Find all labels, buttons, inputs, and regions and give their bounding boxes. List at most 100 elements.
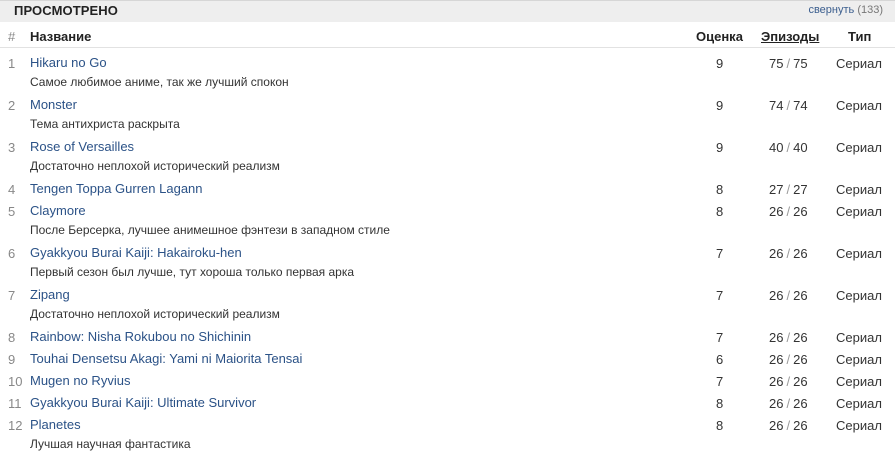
row-type: Сериал (836, 204, 882, 219)
anime-title-link[interactable]: Rose of Versailles (30, 139, 134, 154)
row-episodes: 75/75 (769, 56, 808, 71)
row-score: 7 (716, 246, 724, 261)
row-type: Сериал (836, 330, 882, 345)
row-score: 7 (716, 374, 724, 389)
anime-title-link[interactable]: Zipang (30, 287, 70, 302)
row-number: 4 (8, 182, 16, 197)
episodes-separator: / (786, 98, 791, 113)
section-title: ПРОСМОТРЕНО (14, 3, 118, 18)
table-row: 12 Planetes Лучшая научная фантастика 8 26/2… (0, 416, 895, 458)
anime-title-link[interactable]: Gyakkyou Burai Kaiji: Ultimate Survivor (30, 395, 256, 410)
episodes-watched: 27 (769, 182, 784, 197)
row-episodes: 26/26 (769, 204, 808, 219)
episodes-separator: / (786, 204, 791, 219)
row-episodes: 26/26 (769, 330, 808, 345)
row-score: 7 (716, 330, 724, 345)
row-number: 12 (8, 418, 23, 433)
section-header: ПРОСМОТРЕНО свернуть (133) (0, 0, 895, 22)
row-number: 1 (8, 56, 16, 71)
header-divider (0, 47, 895, 48)
episodes-total: 26 (793, 396, 808, 411)
row-comment: Тема антихриста раскрыта (30, 117, 180, 131)
table-row: 6 Gyakkyou Burai Kaiji: Hakairoku-hen Перв… (0, 244, 895, 286)
table-row: 1 Hikaru no Go Самое любимое аниме, так же… (0, 54, 895, 96)
episodes-watched: 26 (769, 396, 784, 411)
anime-title-link[interactable]: Rainbow: Nisha Rokubou no Shichinin (30, 329, 251, 344)
table-row: 3 Rose of Versailles Достаточно неплохой и… (0, 138, 895, 180)
column-header-score: Оценка (696, 29, 743, 44)
collapse-link[interactable]: свернуть (133) (808, 4, 883, 16)
episodes-separator: / (786, 246, 791, 261)
row-type: Сериал (836, 288, 882, 303)
row-score: 6 (716, 352, 724, 367)
table-row: 5 Claymore После Берсерка, лучшее анимешно… (0, 202, 895, 244)
episodes-total: 26 (793, 246, 808, 261)
episodes-separator: / (786, 288, 791, 303)
table-row: 2 Monster Тема антихриста раскрыта 9 74/74 Се… (0, 96, 895, 138)
episodes-watched: 26 (769, 352, 784, 367)
episodes-total: 27 (793, 182, 808, 197)
row-episodes: 26/26 (769, 246, 808, 261)
column-header-number: # (8, 29, 16, 44)
row-comment: Достаточно неплохой исторический реализм (30, 159, 280, 173)
row-type: Сериал (836, 246, 882, 261)
episodes-total: 26 (793, 418, 808, 433)
episodes-watched: 26 (769, 288, 784, 303)
anime-title-link[interactable]: Tengen Toppa Gurren Lagann (30, 181, 203, 196)
row-type: Сериал (836, 396, 882, 411)
row-score: 9 (716, 56, 724, 71)
episodes-watched: 26 (769, 204, 784, 219)
episodes-separator: / (786, 140, 791, 155)
row-number: 7 (8, 288, 16, 303)
row-type: Сериал (836, 374, 882, 389)
episodes-total: 26 (793, 352, 808, 367)
anime-title-link[interactable]: Hikaru no Go (30, 55, 107, 70)
row-episodes: 26/26 (769, 352, 808, 367)
episodes-watched: 26 (769, 418, 784, 433)
episodes-total: 40 (793, 140, 808, 155)
row-type: Сериал (836, 56, 882, 71)
row-score: 9 (716, 140, 724, 155)
row-number: 10 (8, 374, 23, 389)
column-header-episodes-sort[interactable]: Эпизоды (761, 30, 819, 44)
row-score: 8 (716, 204, 724, 219)
row-score: 7 (716, 288, 724, 303)
column-header-title: Название (30, 29, 92, 44)
anime-title-link[interactable]: Claymore (30, 203, 86, 218)
table-row: 4 Tengen Toppa Gurren Lagann 8 27/27 Сериал (0, 180, 895, 202)
row-number: 6 (8, 246, 16, 261)
row-comment: После Берсерка, лучшее анимешное фэнтези… (30, 223, 390, 237)
collapse-count[interactable]: (133) (857, 4, 883, 16)
episodes-watched: 26 (769, 330, 784, 345)
row-number: 2 (8, 98, 16, 113)
anime-title-link[interactable]: Touhai Densetsu Akagi: Yami ni Maiorita … (30, 351, 302, 366)
row-number: 11 (8, 396, 22, 411)
row-score: 8 (716, 396, 724, 411)
row-score: 9 (716, 98, 724, 113)
row-comment: Достаточно неплохой исторический реализм (30, 307, 280, 321)
episodes-watched: 75 (769, 56, 784, 71)
episodes-separator: / (786, 330, 791, 345)
table-row: 9 Touhai Densetsu Akagi: Yami ni Maiorita… (0, 350, 895, 372)
anime-title-link[interactable]: Gyakkyou Burai Kaiji: Hakairoku-hen (30, 245, 242, 260)
row-type: Сериал (836, 352, 882, 367)
episodes-separator: / (786, 352, 791, 367)
anime-title-link[interactable]: Mugen no Ryvius (30, 373, 130, 388)
episodes-total: 26 (793, 288, 808, 303)
table-row: 11 Gyakkyou Burai Kaiji: Ultimate Survivo… (0, 394, 895, 416)
episodes-separator: / (786, 56, 791, 71)
episodes-total: 74 (793, 98, 808, 113)
anime-title-link[interactable]: Monster (30, 97, 77, 112)
row-comment: Первый сезон был лучше, тут хороша тольк… (30, 265, 355, 279)
row-episodes: 26/26 (769, 396, 808, 411)
row-type: Сериал (836, 140, 882, 155)
row-number: 9 (8, 352, 16, 367)
row-episodes: 40/40 (769, 140, 808, 155)
row-type: Сериал (836, 98, 882, 113)
row-episodes: 26/26 (769, 418, 808, 433)
collapse-label[interactable]: свернуть (808, 4, 854, 16)
table-row: 7 Zipang Достаточно неплохой исторический … (0, 286, 895, 328)
anime-title-link[interactable]: Planetes (30, 417, 81, 432)
episodes-separator: / (786, 374, 791, 389)
episodes-total: 26 (793, 204, 808, 219)
